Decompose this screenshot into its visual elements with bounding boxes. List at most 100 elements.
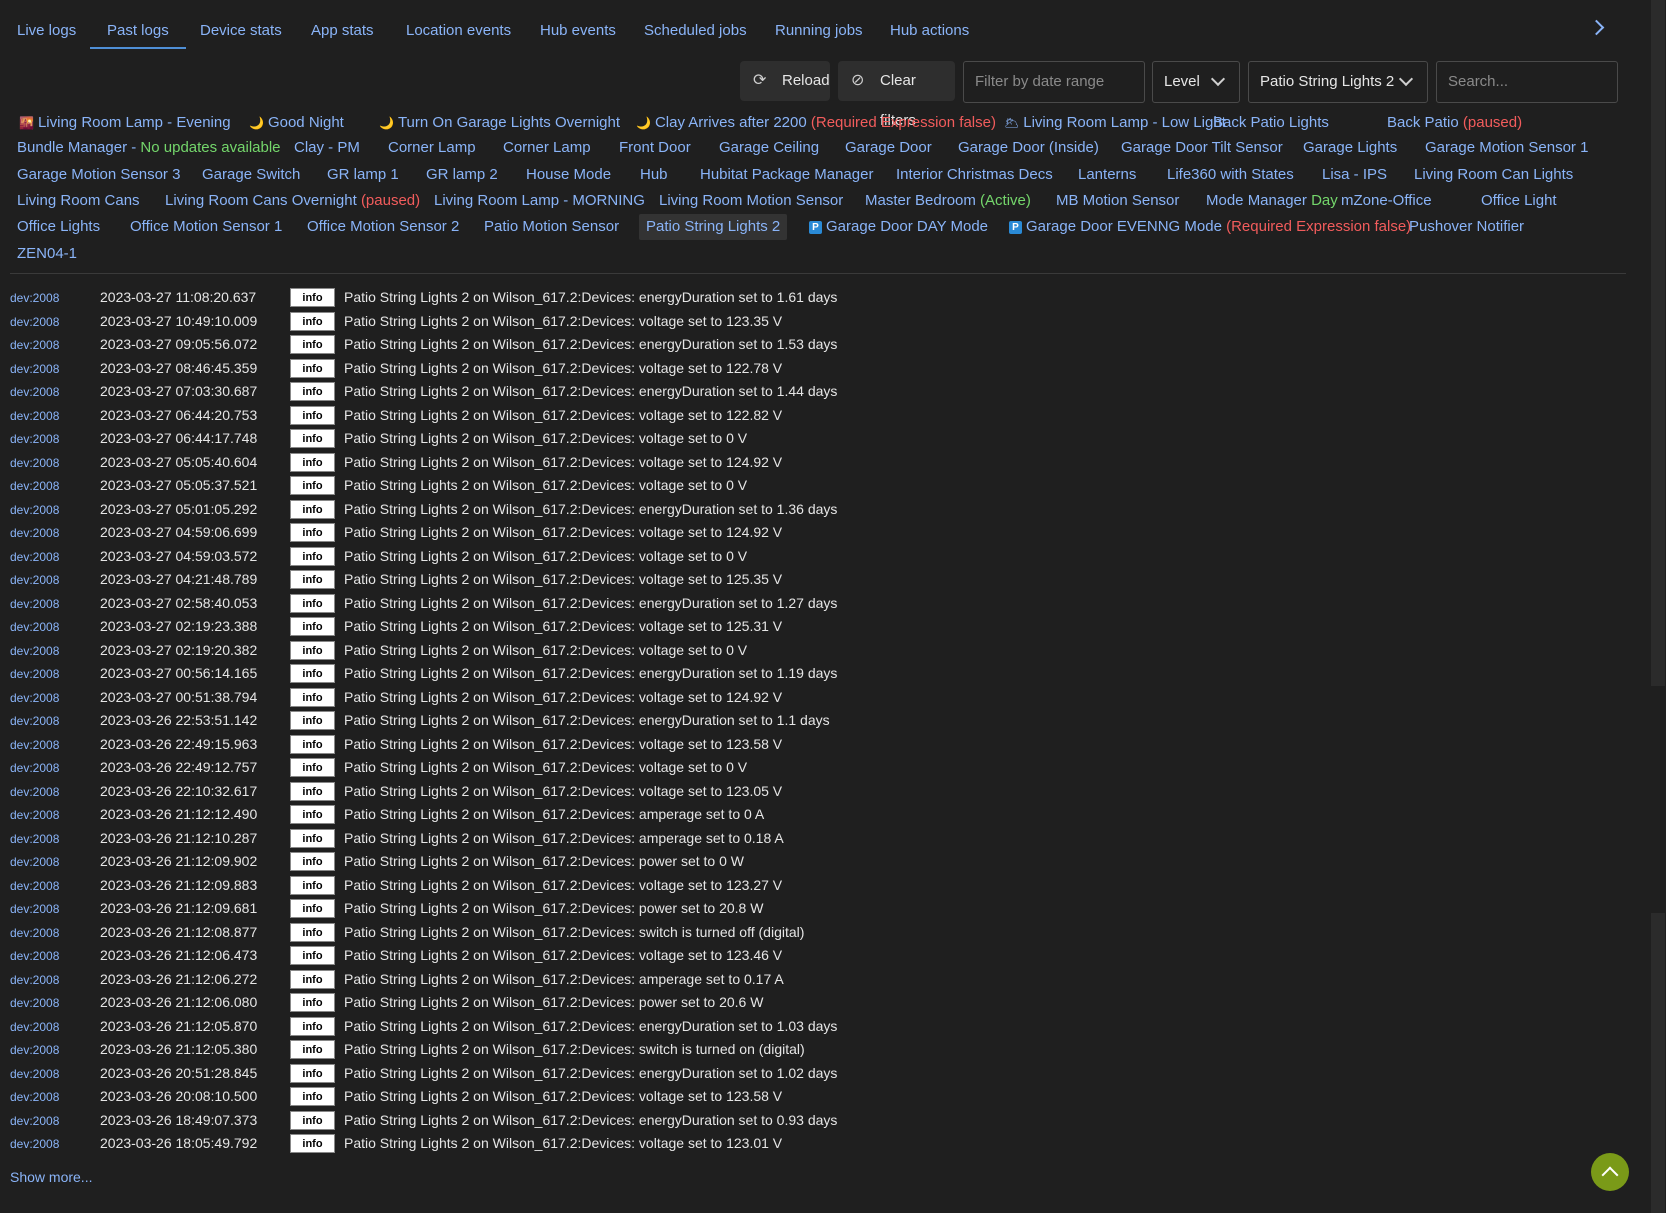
app-chip[interactable]: Garage Motion Sensor 3 <box>17 162 180 188</box>
app-chip[interactable]: GR lamp 1 <box>327 162 399 188</box>
app-chip[interactable]: Back Patio (paused) <box>1387 110 1522 136</box>
app-chip[interactable]: Office Motion Sensor 2 <box>307 214 459 240</box>
chevron-right-icon[interactable] <box>1588 19 1605 36</box>
device-link[interactable]: dev:2008 <box>10 1137 59 1151</box>
device-link[interactable]: dev:2008 <box>10 902 59 916</box>
device-link[interactable]: dev:2008 <box>10 1020 59 1034</box>
tab-location-events[interactable]: Location events <box>406 0 511 49</box>
app-chip[interactable]: Lisa - IPS <box>1322 162 1387 188</box>
device-link[interactable]: dev:2008 <box>10 620 59 634</box>
app-chip[interactable]: Office Motion Sensor 1 <box>130 214 282 240</box>
clear-filters-button[interactable]: ⊘ Clear filters <box>838 61 955 129</box>
app-chip[interactable]: P Garage Door EVENNG Mode (Required Expre… <box>1009 214 1411 240</box>
app-chip[interactable]: Garage Door (Inside) <box>958 135 1099 161</box>
tab-past-logs[interactable]: Past logs <box>90 0 186 49</box>
device-link[interactable]: dev:2008 <box>10 1114 59 1128</box>
tab-app-stats[interactable]: App stats <box>311 0 374 49</box>
device-link[interactable]: dev:2008 <box>10 550 59 564</box>
app-chip[interactable]: 🌙 Clay Arrives after 2200 (Required Expre… <box>636 110 996 136</box>
device-link[interactable]: dev:2008 <box>10 1090 59 1104</box>
app-chip[interactable]: Clay - PM <box>294 135 360 161</box>
device-link[interactable]: dev:2008 <box>10 362 59 376</box>
device-link[interactable]: dev:2008 <box>10 385 59 399</box>
app-chip[interactable]: GR lamp 2 <box>426 162 498 188</box>
device-link[interactable]: dev:2008 <box>10 456 59 470</box>
app-chip[interactable]: Garage Door <box>845 135 932 161</box>
device-link[interactable]: dev:2008 <box>10 597 59 611</box>
device-link[interactable]: dev:2008 <box>10 926 59 940</box>
app-chip[interactable]: Garage Ceiling <box>719 135 819 161</box>
device-link[interactable]: dev:2008 <box>10 432 59 446</box>
device-link[interactable]: dev:2008 <box>10 808 59 822</box>
app-chip[interactable]: Garage Motion Sensor 1 <box>1425 135 1588 161</box>
app-chip[interactable]: Living Room Motion Sensor <box>659 188 843 214</box>
app-chip-selected[interactable]: Patio String Lights 2 <box>639 214 788 240</box>
scrollbar-thumb[interactable] <box>1651 913 1665 1213</box>
device-link[interactable]: dev:2008 <box>10 949 59 963</box>
app-chip[interactable]: Garage Lights <box>1303 135 1397 161</box>
app-chip[interactable]: 🌙 Good Night <box>249 110 344 136</box>
app-chip[interactable]: House Mode <box>526 162 611 188</box>
device-link[interactable]: dev:2008 <box>10 667 59 681</box>
app-chip[interactable]: Living Room Lamp - MORNING <box>434 188 645 214</box>
device-link[interactable]: dev:2008 <box>10 973 59 987</box>
tab-hub-actions[interactable]: Hub actions <box>890 0 969 49</box>
device-link[interactable]: dev:2008 <box>10 738 59 752</box>
device-link[interactable]: dev:2008 <box>10 479 59 493</box>
app-chip[interactable]: Hub <box>640 162 668 188</box>
app-chip[interactable]: MB Motion Sensor <box>1056 188 1179 214</box>
date-range-input[interactable]: Filter by date range <box>963 61 1145 103</box>
app-chip[interactable]: Living Room Cans <box>17 188 140 214</box>
app-chip[interactable]: Pushover Notifier <box>1409 214 1524 240</box>
device-link[interactable]: dev:2008 <box>10 573 59 587</box>
device-link[interactable]: dev:2008 <box>10 1067 59 1081</box>
device-link[interactable]: dev:2008 <box>10 761 59 775</box>
device-link[interactable]: dev:2008 <box>10 691 59 705</box>
app-chip[interactable]: 🌥 Living Room Lamp - Low Light <box>1004 110 1226 136</box>
scrollbar[interactable] <box>1648 0 1666 1213</box>
device-link[interactable]: dev:2008 <box>10 996 59 1010</box>
app-chip[interactable]: Office Light <box>1481 188 1557 214</box>
device-link[interactable]: dev:2008 <box>10 526 59 540</box>
app-chip[interactable]: Master Bedroom (Active) <box>865 188 1031 214</box>
app-chip[interactable]: ZEN04-1 <box>17 241 77 267</box>
app-chip[interactable]: Bundle Manager - No updates available <box>17 135 281 161</box>
tab-device-stats[interactable]: Device stats <box>200 0 282 49</box>
app-chip[interactable]: Back Patio Lights <box>1213 110 1329 136</box>
app-chip[interactable]: Living Room Can Lights <box>1414 162 1573 188</box>
device-link[interactable]: dev:2008 <box>10 785 59 799</box>
device-link[interactable]: dev:2008 <box>10 644 59 658</box>
tab-running-jobs[interactable]: Running jobs <box>775 0 863 49</box>
app-chip[interactable]: Garage Switch <box>202 162 300 188</box>
show-more-link[interactable]: Show more... <box>10 1169 92 1185</box>
device-select[interactable]: Patio String Lights 2 <box>1248 61 1428 103</box>
app-chip[interactable]: Interior Christmas Decs <box>896 162 1053 188</box>
device-link[interactable]: dev:2008 <box>10 409 59 423</box>
app-chip[interactable]: 🌙 Turn On Garage Lights Overnight <box>379 110 620 136</box>
search-input[interactable]: Search... <box>1436 61 1618 103</box>
app-chip[interactable]: Front Door <box>619 135 691 161</box>
tab-live-logs[interactable]: Live logs <box>17 0 76 49</box>
device-link[interactable]: dev:2008 <box>10 315 59 329</box>
app-chip[interactable]: Lanterns <box>1078 162 1136 188</box>
device-link[interactable]: dev:2008 <box>10 879 59 893</box>
app-chip[interactable]: P Garage Door DAY Mode <box>809 214 988 240</box>
app-chip[interactable]: Corner Lamp <box>503 135 591 161</box>
app-chip[interactable]: mZone-Office <box>1341 188 1432 214</box>
reload-button[interactable]: ⟳ Reload <box>740 61 830 101</box>
device-link[interactable]: dev:2008 <box>10 291 59 305</box>
app-chip[interactable]: Corner Lamp <box>388 135 476 161</box>
app-chip[interactable]: Patio Motion Sensor <box>484 214 619 240</box>
device-link[interactable]: dev:2008 <box>10 855 59 869</box>
device-link[interactable]: dev:2008 <box>10 1043 59 1057</box>
tab-hub-events[interactable]: Hub events <box>540 0 616 49</box>
app-chip[interactable]: Mode Manager Day <box>1206 188 1338 214</box>
app-chip[interactable]: Hubitat Package Manager <box>700 162 873 188</box>
app-chip[interactable]: Life360 with States <box>1167 162 1294 188</box>
device-link[interactable]: dev:2008 <box>10 338 59 352</box>
device-link[interactable]: dev:2008 <box>10 503 59 517</box>
app-chip[interactable]: Office Lights <box>17 214 100 240</box>
device-link[interactable]: dev:2008 <box>10 832 59 846</box>
app-chip[interactable]: 🌇 Living Room Lamp - Evening <box>19 110 231 136</box>
app-chip[interactable]: Living Room Cans Overnight (paused) <box>165 188 420 214</box>
